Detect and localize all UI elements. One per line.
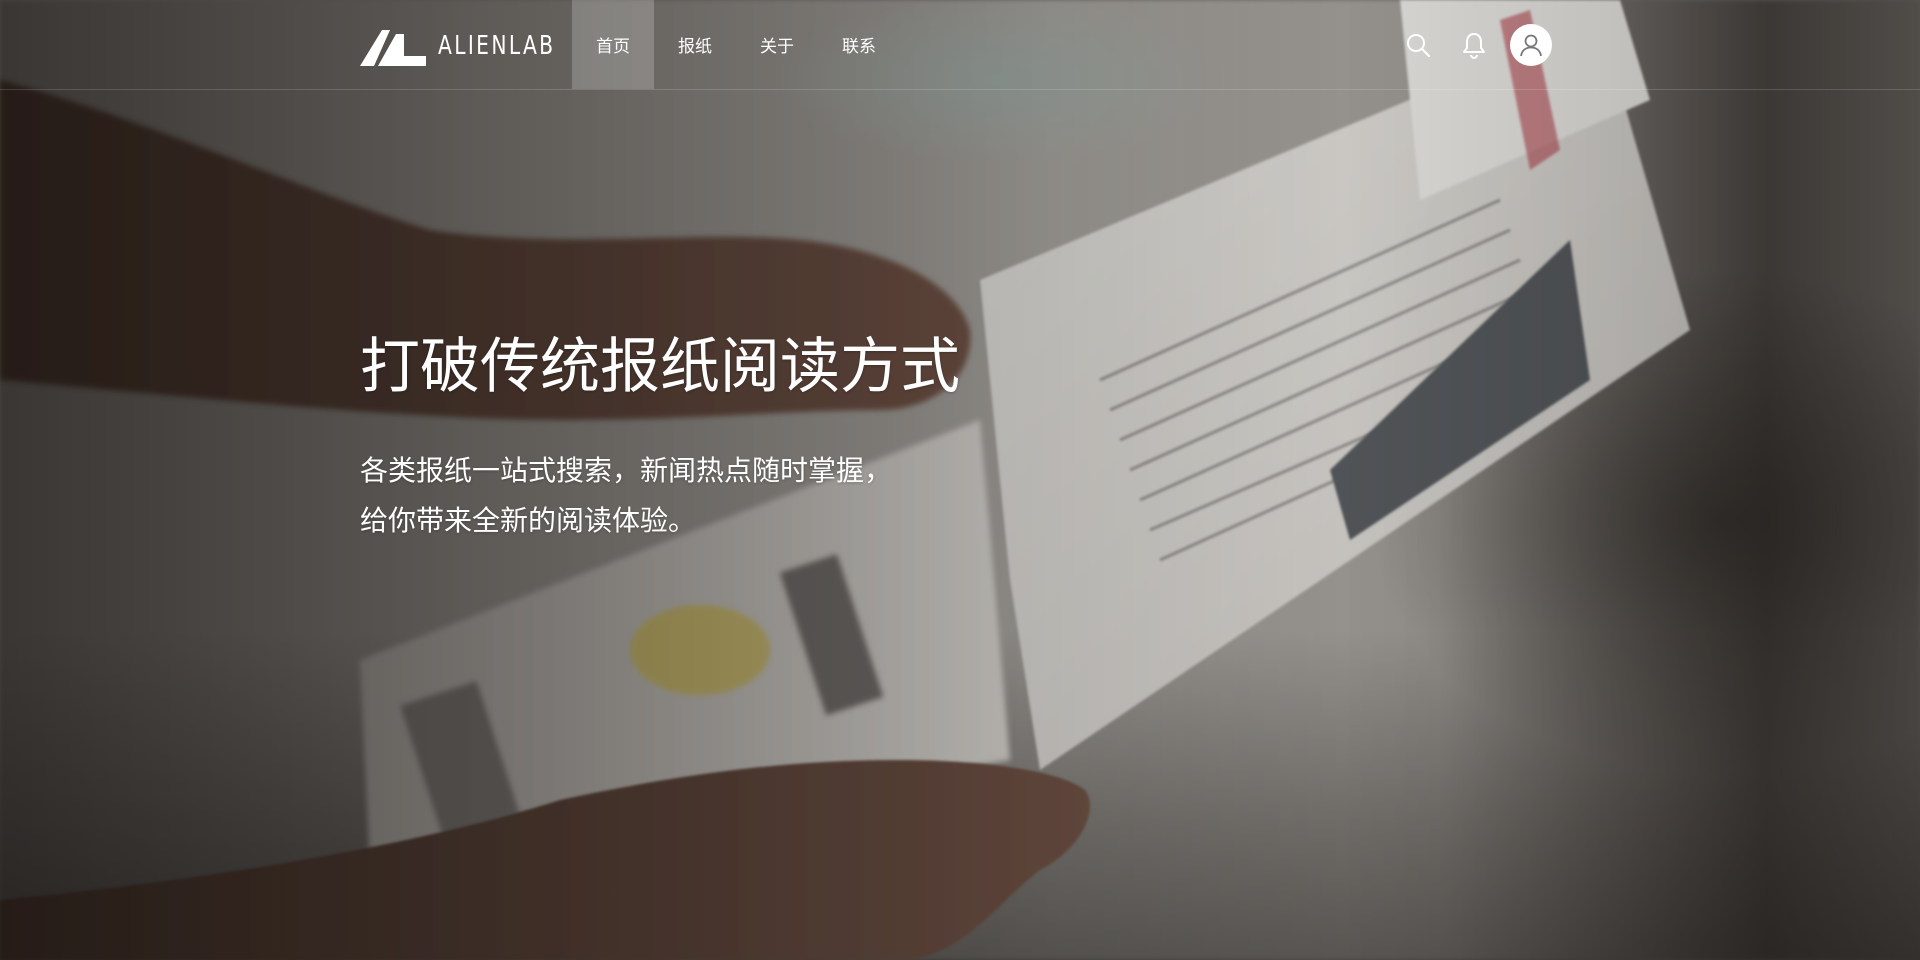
search-icon — [1407, 34, 1431, 58]
hero-subtitle-line-1: 各类报纸一站式搜索，新闻热点随时掌握， — [360, 454, 893, 487]
nav-item-newspaper[interactable]: 报纸 — [654, 0, 736, 89]
user-avatar-button[interactable] — [1510, 24, 1552, 66]
brand-name: ALIENLAB — [438, 31, 556, 61]
top-navbar: ALIENLAB 首页 报纸 关于 联系 — [0, 0, 1920, 90]
hero-subtitle-line-2: 给你带来全新的阅读体验。 — [360, 504, 697, 537]
user-icon — [1520, 34, 1542, 57]
notifications-button[interactable] — [1454, 25, 1494, 65]
nav-item-contact[interactable]: 联系 — [818, 0, 900, 89]
main-menu: 首页 报纸 关于 联系 — [572, 0, 900, 89]
hero-overlay — [0, 0, 1920, 960]
bell-icon — [1463, 33, 1485, 59]
alienlab-logo-icon — [360, 30, 426, 66]
hero-banner: ALIENLAB 首页 报纸 关于 联系 打破传统报纸阅读方式 各类报纸一站式搜… — [0, 0, 1920, 960]
nav-item-about[interactable]: 关于 — [736, 0, 818, 89]
nav-actions — [1398, 22, 1552, 68]
brand-logo[interactable]: ALIENLAB — [360, 26, 589, 66]
hero-subtitle: 各类报纸一站式搜索，新闻热点随时掌握， 给你带来全新的阅读体验。 — [360, 446, 892, 546]
search-button[interactable] — [1398, 25, 1438, 65]
nav-item-home[interactable]: 首页 — [572, 0, 654, 89]
hero-title: 打破传统报纸阅读方式 — [360, 332, 960, 402]
